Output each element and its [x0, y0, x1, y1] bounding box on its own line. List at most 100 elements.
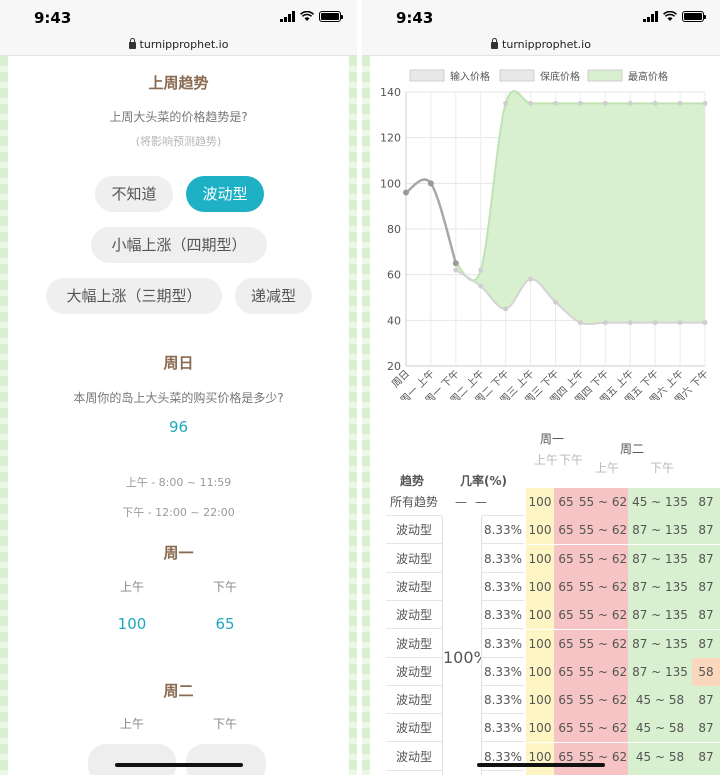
table-cell: 45 ~ 58	[628, 771, 692, 775]
am-hours: 上午 - 8:00 ~ 11:59	[125, 476, 232, 489]
lock-icon	[128, 38, 136, 49]
table-row: 波动型 8.33%1006555 ~ 6245 ~ 5887	[386, 771, 720, 775]
table-cell: 65	[554, 601, 578, 630]
y-tick-label: 80	[387, 223, 401, 236]
table-cell: 55 ~ 62	[578, 686, 628, 715]
table-cell: 100	[526, 657, 554, 686]
max-price-point	[677, 100, 683, 106]
address-bar[interactable]: turnipprophet.io	[362, 34, 720, 56]
min-price-point	[453, 267, 459, 273]
table-cell: 45 ~ 58	[628, 742, 692, 771]
pattern-fluctuating-button[interactable]: 波动型	[186, 176, 264, 212]
tuesday-am-input[interactable]	[88, 744, 176, 775]
max-price-point	[602, 100, 608, 106]
table-row: 波动型 8.33% 100 65 55 ~ 62 87 ~ 135 87	[386, 544, 720, 573]
table-row: 波动型 8.33% 100 65 55 ~ 62 87 ~ 135 87	[386, 629, 720, 658]
table-cell: 8.33%	[483, 608, 523, 623]
table-cell: 65	[554, 629, 578, 658]
input-price-point	[452, 260, 459, 267]
table-header-tue-pm: 下午	[650, 461, 675, 475]
table-cell: 8.33%	[483, 664, 523, 679]
table-cell: 55 ~ 62	[578, 771, 628, 775]
table-cell: 所有趋势	[389, 495, 438, 509]
table-cell: 波动型	[395, 664, 432, 679]
table-cell: 8.33%	[483, 523, 523, 538]
tuesday-title: 周二	[163, 682, 194, 700]
lock-icon	[491, 38, 499, 49]
side-decoration	[362, 56, 370, 775]
table-cell: 55 ~ 62	[578, 516, 628, 545]
signal-icon	[280, 11, 295, 22]
sunday-price-input[interactable]: 96	[8, 418, 349, 436]
home-indicator	[114, 763, 243, 767]
table-cell: 8.33%	[483, 579, 523, 594]
y-tick-label: 60	[387, 269, 401, 282]
table-cell: 87 ~ 135	[628, 544, 692, 573]
table-header-tue-am: 上午	[595, 461, 620, 475]
max-price-point	[503, 100, 509, 106]
min-price-point	[677, 320, 683, 326]
battery-icon	[319, 11, 343, 22]
min-price-point	[553, 299, 558, 305]
legend-label: 保底价格	[540, 70, 580, 83]
table-row: 波动型 8.33%1006555 ~ 6245 ~ 5887	[386, 686, 720, 715]
address-bar[interactable]: turnipprophet.io	[0, 34, 357, 56]
pattern-decreasing-button[interactable]: 递减型	[235, 278, 312, 314]
table-cell: 55 ~ 62	[578, 657, 628, 686]
table-header-probability: 几率(%)	[460, 474, 507, 488]
monday-am-input[interactable]: 100	[92, 615, 172, 633]
table-cell: 8.33%	[483, 551, 523, 566]
last-week-question: 上周大头菜的价格趋势是?	[109, 110, 248, 124]
home-indicator	[477, 763, 605, 767]
max-price-point	[702, 100, 708, 106]
table-cell: 100	[526, 572, 554, 601]
min-price-point	[528, 276, 534, 282]
monday-pm-input[interactable]: 65	[185, 615, 265, 633]
table-cell: 65	[554, 572, 578, 601]
table-cell: 87	[692, 572, 720, 601]
monday-title: 周一	[163, 544, 194, 562]
url-text: turnipprophet.io	[502, 38, 591, 51]
table-cell: 8.33%	[483, 636, 523, 651]
table-cell: 波动型	[395, 551, 432, 566]
table-row: 所有趋势 —100 65 55 ~ 62 45 ~ 135 87—	[386, 488, 720, 516]
table-row: 波动型 8.33% 100 65 55 ~ 62 87 ~ 135 87	[386, 601, 720, 630]
table-header-mon-am: 上午	[534, 453, 559, 467]
pattern-unknown-button[interactable]: 不知道	[95, 176, 173, 212]
tuesday-pm-input[interactable]	[186, 744, 266, 775]
price-chart: 20406080100120140周日周一 上午周一 下午周二 上午周二 下午周…	[380, 69, 711, 400]
table-cell: 100	[526, 686, 554, 715]
tuesday-am-label: 上午	[119, 717, 144, 731]
monday-pm-label: 下午	[212, 580, 237, 594]
prediction-form: 上周趋势 上周大头菜的价格趋势是? (将影响预测趋势) 不知道 波动型 小幅上涨…	[8, 56, 349, 775]
table-cell: 波动型	[395, 636, 432, 651]
table-header-pattern: 趋势	[400, 474, 425, 488]
table-cell: 100	[526, 601, 554, 630]
table-cell: 87 ~ 135	[628, 657, 692, 686]
status-time: 9:43	[396, 9, 434, 27]
pattern-small-spike-button[interactable]: 小幅上涨（四期型）	[91, 227, 267, 263]
legend-swatch	[499, 69, 535, 82]
pattern-large-spike-button[interactable]: 大幅上涨（三期型）	[46, 278, 222, 314]
tuesday-pm-label: 下午	[212, 717, 237, 731]
status-icons	[280, 11, 343, 22]
signal-icon	[643, 11, 658, 22]
table-cell: 55 ~ 62	[578, 601, 628, 630]
legend-label: 最高价格	[628, 70, 668, 83]
table-cell: —	[455, 495, 467, 509]
table-row: 波动型 8.33% 100 65 55 ~ 62 87 ~ 135 58	[386, 657, 720, 686]
table-cell: 波动型	[395, 608, 432, 623]
min-price-point	[602, 320, 608, 326]
monday-am-label: 上午	[119, 580, 144, 594]
max-price-point	[652, 100, 658, 106]
battery-icon	[682, 11, 706, 22]
table-cell: 65	[554, 714, 578, 743]
table-row: 波动型 8.33% 100 65 55 ~ 62 87 ~ 135 87	[386, 572, 720, 601]
max-price-area	[455, 91, 705, 325]
table-cell: 100	[526, 714, 554, 743]
right-phone-screen: 9:43 turnipprophet.io 20 40 60 80 100 120 140 周…	[362, 0, 720, 775]
table-cell: 65	[554, 657, 578, 686]
url-text: turnipprophet.io	[139, 38, 229, 51]
max-price-point	[478, 267, 484, 273]
table-cell: 58	[692, 657, 720, 686]
